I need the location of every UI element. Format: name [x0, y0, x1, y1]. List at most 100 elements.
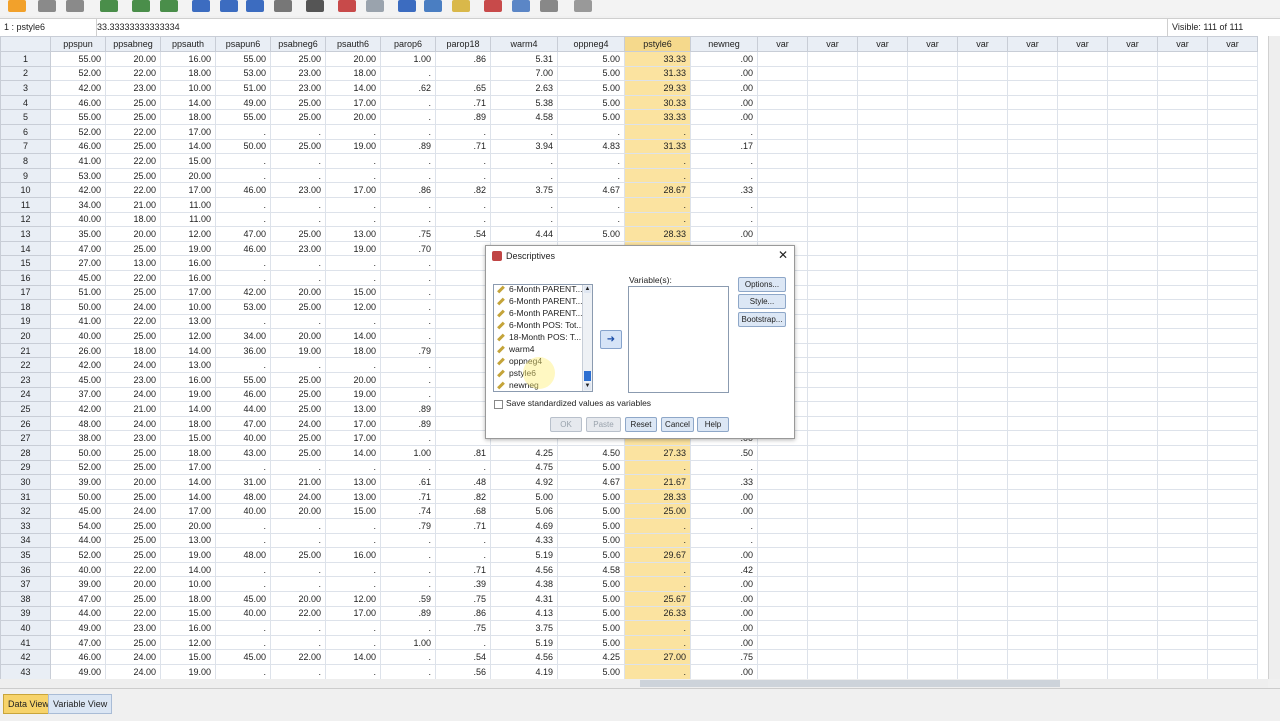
redo-icon[interactable] [160, 0, 178, 12]
data-cell[interactable]: 49.00 [50, 663, 106, 679]
data-cell[interactable] [1157, 445, 1208, 461]
data-cell[interactable] [907, 590, 958, 607]
data-cell[interactable] [1057, 211, 1108, 228]
data-cell[interactable]: 14.00 [325, 649, 381, 665]
column-header-20[interactable]: var [1157, 36, 1208, 52]
data-cell[interactable]: 24.00 [105, 357, 161, 374]
data-cell[interactable] [435, 255, 491, 271]
data-cell[interactable]: 22.00 [270, 649, 326, 665]
use-sets-icon[interactable] [512, 0, 530, 12]
data-cell[interactable]: . [380, 430, 436, 447]
data-cell[interactable]: . [380, 299, 436, 315]
data-cell[interactable] [857, 605, 908, 622]
data-cell[interactable]: 5.00 [557, 65, 625, 82]
data-cell[interactable]: .54 [435, 226, 491, 242]
row-number[interactable]: 20 [0, 328, 51, 344]
data-cell[interactable] [857, 94, 908, 111]
data-cell[interactable]: 45.00 [50, 503, 106, 519]
tab-variable-view[interactable]: Variable View [48, 694, 113, 714]
row-number[interactable]: 5 [0, 109, 51, 125]
data-cell[interactable]: 52.00 [50, 123, 106, 140]
data-cell[interactable]: 14.00 [325, 80, 381, 96]
data-cell[interactable] [907, 167, 958, 184]
data-cell[interactable] [1107, 284, 1158, 301]
data-cell[interactable] [907, 576, 958, 592]
data-cell[interactable] [957, 445, 1008, 461]
data-cell[interactable]: 28.67 [624, 182, 691, 198]
data-cell[interactable]: 3.75 [490, 620, 558, 636]
data-cell[interactable]: . [215, 620, 271, 636]
row-number[interactable]: 11 [0, 196, 51, 213]
data-cell[interactable]: 49.00 [215, 94, 271, 111]
source-list-item[interactable]: 18-Month POS: T... [497, 331, 581, 343]
data-cell[interactable]: 52.00 [50, 459, 106, 476]
data-cell[interactable] [757, 51, 808, 67]
data-cell[interactable]: . [325, 123, 381, 140]
data-cell[interactable]: . [690, 518, 758, 534]
data-cell[interactable] [1057, 634, 1108, 651]
data-cell[interactable]: .65 [435, 80, 491, 96]
data-cell[interactable]: . [215, 561, 271, 578]
data-cell[interactable]: 4.58 [557, 561, 625, 578]
data-cell[interactable]: . [325, 518, 381, 534]
data-cell[interactable] [1107, 459, 1158, 476]
data-cell[interactable]: . [624, 211, 691, 228]
data-cell[interactable]: . [380, 123, 436, 140]
close-icon[interactable]: ✕ [778, 248, 788, 262]
data-cell[interactable]: 5.00 [557, 634, 625, 651]
data-cell[interactable]: 20.00 [105, 474, 161, 490]
data-cell[interactable] [907, 342, 958, 359]
goto-case-icon[interactable] [192, 0, 210, 12]
data-cell[interactable]: . [325, 153, 381, 169]
data-cell[interactable]: 31.33 [624, 65, 691, 82]
data-cell[interactable] [857, 401, 908, 417]
data-cell[interactable]: 13.00 [325, 401, 381, 417]
data-cell[interactable] [807, 386, 858, 403]
data-cell[interactable]: 20.00 [105, 51, 161, 67]
data-cell[interactable] [1007, 503, 1058, 519]
data-cell[interactable]: 47.00 [215, 226, 271, 242]
data-cell[interactable]: 23.00 [105, 80, 161, 96]
data-cell[interactable] [907, 138, 958, 155]
data-cell[interactable] [957, 386, 1008, 403]
data-cell[interactable]: 21.00 [105, 401, 161, 417]
data-cell[interactable] [807, 299, 858, 315]
data-cell[interactable] [907, 503, 958, 519]
data-cell[interactable] [1057, 80, 1108, 96]
data-cell[interactable]: 19.00 [325, 138, 381, 155]
data-cell[interactable]: 11.00 [160, 196, 216, 213]
data-cell[interactable]: 14.00 [160, 401, 216, 417]
goto-variable-icon[interactable] [220, 0, 238, 12]
data-cell[interactable]: 53.00 [50, 167, 106, 184]
data-cell[interactable]: . [380, 620, 436, 636]
column-header-19[interactable]: var [1107, 36, 1158, 52]
data-cell[interactable] [1157, 401, 1208, 417]
data-cell[interactable] [757, 532, 808, 549]
data-cell[interactable] [857, 299, 908, 315]
data-cell[interactable]: 41.00 [50, 153, 106, 169]
data-cell[interactable] [957, 94, 1008, 111]
data-cell[interactable] [807, 503, 858, 519]
data-cell[interactable]: 19.00 [160, 663, 216, 679]
data-cell[interactable] [857, 65, 908, 82]
data-cell[interactable]: .00 [690, 620, 758, 636]
data-cell[interactable]: 7.00 [490, 65, 558, 82]
data-cell[interactable] [857, 269, 908, 286]
data-cell[interactable]: 22.00 [105, 561, 161, 578]
data-cell[interactable]: 25.67 [624, 590, 691, 607]
data-cell[interactable]: .56 [435, 663, 491, 679]
data-cell[interactable]: . [380, 313, 436, 330]
data-cell[interactable]: 12.00 [160, 226, 216, 242]
data-cell[interactable]: 15.00 [160, 153, 216, 169]
data-cell[interactable]: 5.00 [490, 488, 558, 505]
data-cell[interactable] [1057, 430, 1108, 447]
data-cell[interactable]: . [380, 94, 436, 111]
data-cell[interactable] [807, 80, 858, 96]
data-cell[interactable]: 4.25 [557, 649, 625, 665]
data-cell[interactable]: 34.00 [215, 328, 271, 344]
data-cell[interactable]: 5.00 [557, 226, 625, 242]
data-cell[interactable]: 15.00 [325, 284, 381, 301]
data-cell[interactable]: 15.00 [160, 649, 216, 665]
data-cell[interactable]: . [435, 532, 491, 549]
row-number[interactable]: 26 [0, 415, 51, 432]
